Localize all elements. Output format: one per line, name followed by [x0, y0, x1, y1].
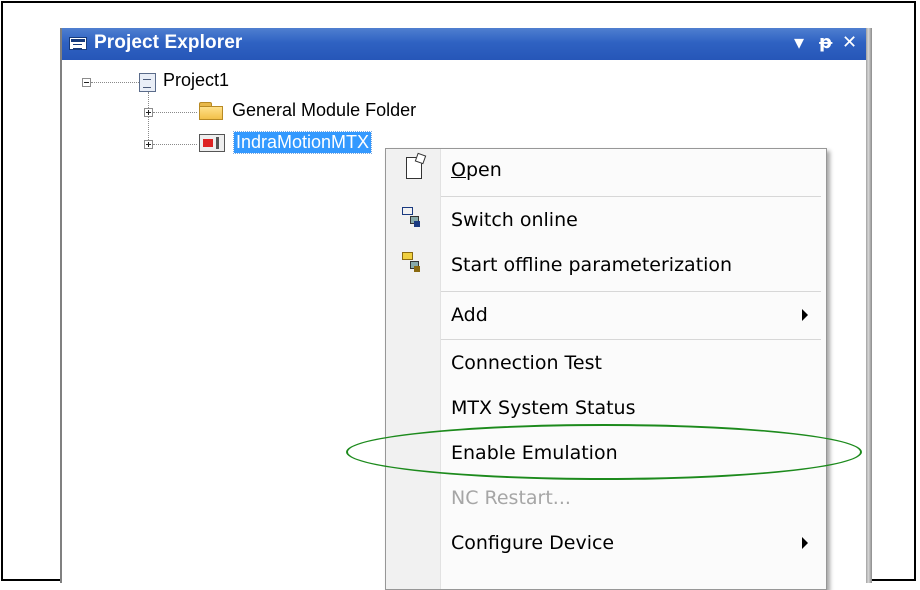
menu-label-nc-restart: NC Restart... [451, 487, 571, 509]
menu-separator [441, 196, 821, 197]
panel-titlebar: Project Explorer ▾ ᵽ ✕ [62, 28, 868, 60]
menu-item-start-offline-parameterization[interactable]: Start offline parameterization [386, 244, 826, 288]
menu-label-configure-device: Configure Device [451, 532, 615, 554]
menu-item-switch-online[interactable]: Switch online [386, 199, 826, 243]
panel-title: Project Explorer [94, 32, 243, 53]
tree-connector [153, 112, 197, 113]
menu-label-add: Add [451, 304, 488, 326]
menu-label-switch-online: Switch online [451, 209, 578, 231]
expand-indramotion-icon[interactable] [144, 140, 153, 149]
device-icon [199, 134, 225, 152]
tree-item-indramotionmtx[interactable]: IndraMotionMTX [232, 131, 373, 154]
menu-label-mtx-system-status: MTX System Status [451, 397, 636, 419]
close-icon[interactable]: ✕ [842, 32, 857, 53]
project-explorer-icon [69, 37, 87, 50]
menu-separator [441, 291, 821, 292]
tree-item-project1[interactable]: Project1 [163, 70, 229, 91]
menu-label-connection-test: Connection Test [451, 352, 602, 374]
menu-item-connection-test[interactable]: Connection Test [386, 342, 826, 386]
tree-item-general-module-folder[interactable]: General Module Folder [232, 100, 416, 121]
menu-item-open[interactable]: Open [386, 149, 826, 193]
dropdown-icon[interactable]: ▾ [794, 30, 804, 54]
expand-general-module-folder-icon[interactable] [144, 108, 153, 117]
offline-param-icon [402, 252, 422, 272]
collapse-project-icon[interactable] [82, 78, 91, 87]
tree-connector [91, 82, 139, 83]
project-icon [139, 73, 156, 92]
menu-item-add[interactable]: Add [386, 294, 826, 338]
menu-label-open-rest: pen [465, 159, 502, 181]
highlight-ellipse [346, 424, 862, 480]
menu-label-start-offline-parameterization: Start offline parameterization [451, 254, 733, 276]
menu-item-nc-restart: NC Restart... [386, 477, 826, 521]
pin-icon[interactable]: ᵽ [819, 32, 832, 53]
panel-splitter[interactable] [866, 28, 872, 583]
tree-connector [153, 144, 197, 145]
open-file-icon [406, 157, 422, 179]
switch-online-icon [402, 207, 422, 227]
menu-separator [441, 339, 821, 340]
submenu-arrow-icon [802, 537, 808, 549]
menu-item-configure-device[interactable]: Configure Device [386, 522, 826, 566]
folder-icon [199, 102, 225, 120]
menu-accel-o: O [451, 159, 466, 181]
submenu-arrow-icon [802, 309, 808, 321]
context-menu: Open Switch online Start offline paramet… [385, 148, 827, 590]
